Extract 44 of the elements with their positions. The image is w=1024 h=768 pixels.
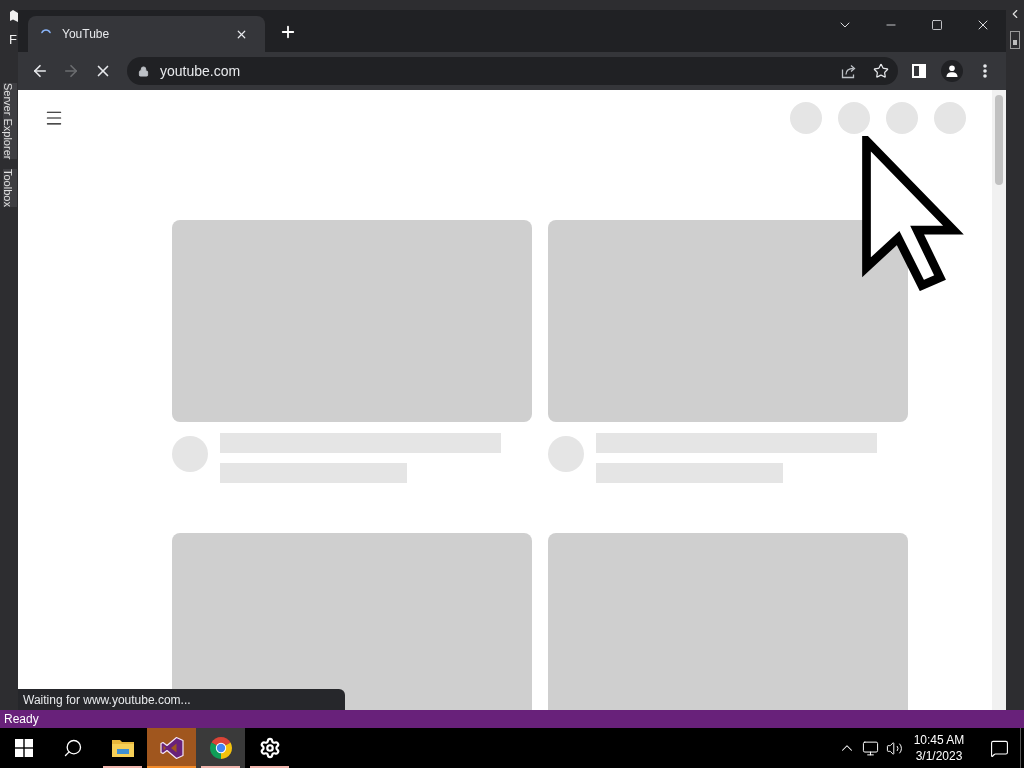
folder-icon (111, 739, 134, 757)
side-panel-icon (912, 64, 926, 78)
clock-button[interactable]: 10:45 AM 3/1/2023 (910, 728, 968, 768)
app-logo-icon (159, 736, 184, 760)
monitor-icon (861, 739, 879, 757)
menu-item[interactable]: F (9, 33, 18, 47)
forward-arrow-icon (62, 62, 80, 80)
search-icon (63, 738, 83, 758)
running-indicator (250, 766, 289, 768)
icon-placeholder (838, 102, 870, 134)
taskbar-button[interactable] (196, 728, 245, 768)
status-text: Ready (4, 712, 39, 726)
browser-tab[interactable]: YouTube (28, 16, 265, 52)
gear-icon (258, 737, 281, 759)
windows-logo-icon (15, 739, 33, 757)
side-tab[interactable]: Toolbox (3, 169, 17, 208)
speaker-icon (885, 739, 903, 757)
status-bubble-text: Waiting for www.youtube.com... (23, 691, 191, 709)
clock-date: 3/1/2023 (915, 748, 963, 764)
running-indicator (201, 766, 240, 768)
taskbar-button[interactable] (147, 728, 196, 768)
profile-icon (941, 60, 963, 82)
icon-placeholder (886, 102, 918, 134)
side-tab[interactable]: Server Explorer (3, 83, 17, 160)
maximize-icon (931, 19, 943, 31)
icon-placeholder (790, 102, 822, 134)
more-icon (983, 64, 987, 78)
avatar-placeholder (548, 436, 584, 472)
speech-bubble-icon (989, 738, 1009, 758)
lock-icon (138, 65, 149, 77)
panel-icon[interactable] (1010, 31, 1020, 49)
running-indicator (103, 766, 142, 768)
tab-title: YouTube (62, 26, 111, 43)
clock-time: 10:45 AM (913, 732, 965, 748)
running-indicator (147, 766, 196, 768)
plus-icon (279, 23, 297, 41)
address-bar[interactable]: youtube.com (127, 57, 898, 85)
address-text: youtube.com (160, 61, 242, 81)
share-icon[interactable] (841, 63, 857, 79)
avatar-placeholder (172, 436, 208, 472)
browser-logo-icon (208, 736, 233, 760)
scrollbar-thumb[interactable] (995, 95, 1003, 185)
icon-placeholder (934, 102, 966, 134)
star-icon[interactable] (873, 63, 889, 79)
